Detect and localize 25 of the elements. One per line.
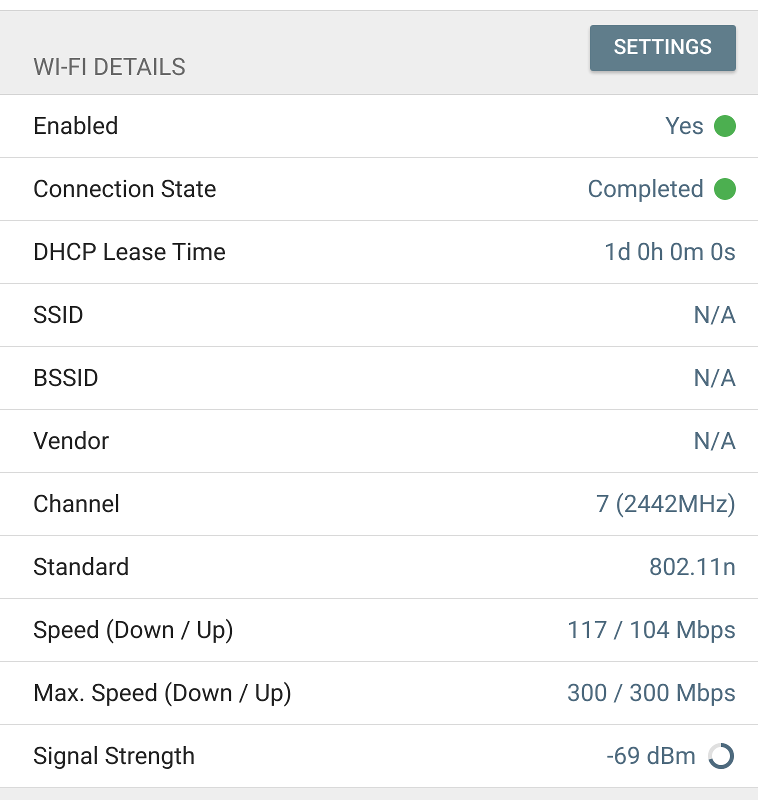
row-label: DHCP Lease Time	[33, 238, 226, 266]
row-label: Enabled	[33, 112, 119, 140]
row-value: N/A	[693, 364, 736, 392]
row-label: Connection State	[33, 175, 216, 203]
row-label: SSID	[33, 301, 84, 329]
row-value: Yes	[665, 112, 704, 140]
row-label: Max. Speed (Down / Up)	[33, 679, 292, 707]
row-value: N/A	[693, 301, 736, 329]
row-value: -69 dBm	[606, 742, 696, 770]
section-title: WI-FI DETAILS	[33, 53, 186, 81]
row-value: 300 / 300 Mbps	[567, 679, 736, 707]
row-label: Speed (Down / Up)	[33, 616, 234, 644]
row-value: 117 / 104 Mbps	[567, 616, 736, 644]
row-label: BSSID	[33, 364, 99, 392]
row-label: Standard	[33, 553, 130, 581]
row-value: 1d 0h 0m 0s	[604, 238, 736, 266]
row-label: Channel	[33, 490, 120, 518]
row-value: 802.11n	[648, 553, 736, 581]
row-value: N/A	[693, 427, 736, 455]
signal-ring-icon	[706, 741, 736, 771]
row-label: Vendor	[33, 427, 110, 455]
row-value: 7 (2442MHz)	[596, 490, 736, 518]
row-label: Signal Strength	[33, 742, 196, 770]
settings-button[interactable]: SETTINGS	[590, 25, 736, 71]
row-value: Completed	[587, 175, 704, 203]
